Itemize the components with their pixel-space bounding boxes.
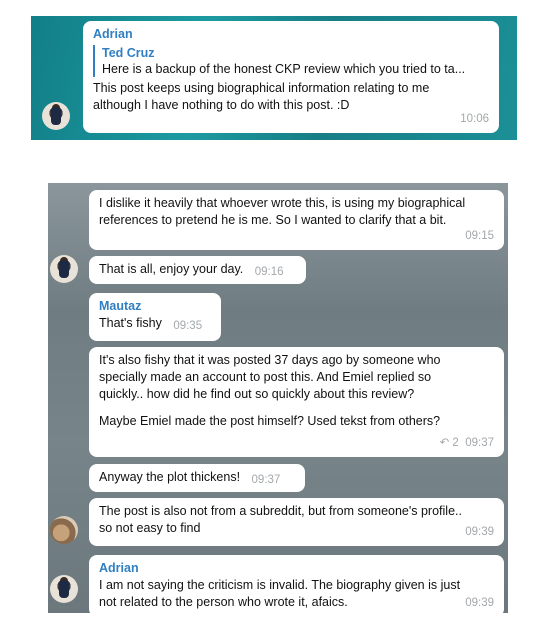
message-sender[interactable]: Mautaz <box>99 298 211 315</box>
message-text: I am not saying the criticism is invalid… <box>99 578 461 592</box>
chat-panel-top: Adrian Ted Cruz Here is a backup of the … <box>31 16 517 140</box>
message-text: This post keeps using biographical infor… <box>93 81 430 95</box>
message-bubble[interactable]: I dislike it heavily that whoever wrote … <box>89 190 504 250</box>
message-bubble[interactable]: Adrian I am not saying the criticism is … <box>89 555 504 613</box>
avatar-user[interactable] <box>50 516 78 544</box>
message-text: quickly.. how did he find out so quickly… <box>99 387 415 401</box>
message-bubble[interactable]: Adrian Ted Cruz Here is a backup of the … <box>83 21 499 133</box>
message-sender[interactable]: Adrian <box>93 26 489 43</box>
message-bubble[interactable]: The post is also not from a subreddit, b… <box>89 498 504 546</box>
message-bubble[interactable]: Anyway the plot thickens! 09:37 <box>89 464 305 492</box>
message-sender[interactable]: Adrian <box>99 560 494 577</box>
message-text: references to pretend he is me. So I wan… <box>99 213 447 227</box>
message-time: 09:37 <box>251 474 281 486</box>
message-text: It's also fishy that it was posted 37 da… <box>99 353 441 367</box>
reply-quote[interactable]: Ted Cruz Here is a backup of the honest … <box>93 45 489 77</box>
reply-text: Here is a backup of the honest CKP revie… <box>102 62 466 76</box>
chat-panel-bottom: I dislike it heavily that whoever wrote … <box>48 183 508 613</box>
message-time: 09:35 <box>173 320 203 332</box>
forward-icon: ↶ <box>439 437 450 449</box>
message-time: 09:37 <box>465 437 494 449</box>
message-text: I dislike it heavily that whoever wrote … <box>99 196 466 210</box>
forward-count: 2 <box>452 437 459 449</box>
message-time: 09:39 <box>465 597 494 609</box>
message-text: That is all, enjoy your day. <box>99 262 244 276</box>
message-meta: ↶ 2 09:37 <box>440 435 494 452</box>
message-text: so not easy to find <box>99 521 201 535</box>
avatar-adrian[interactable] <box>50 255 78 283</box>
message-text: not related to the person who wrote it, … <box>99 595 348 609</box>
message-bubble[interactable]: It's also fishy that it was posted 37 da… <box>89 347 504 457</box>
message-bubble[interactable]: That is all, enjoy your day. 09:16 <box>89 256 306 284</box>
reply-sender: Ted Cruz <box>102 46 155 60</box>
message-time: 10:06 <box>460 113 489 125</box>
message-text: The post is also not from a subreddit, b… <box>99 504 462 518</box>
message-text: although I have nothing to do with this … <box>93 98 350 112</box>
message-bubble[interactable]: Mautaz That's fishy 09:35 <box>89 293 221 341</box>
message-text: Maybe Emiel made the post himself? Used … <box>99 414 441 428</box>
message-time: 09:39 <box>465 526 494 538</box>
avatar-adrian[interactable] <box>42 102 70 130</box>
message-time: 09:15 <box>465 230 494 242</box>
message-time: 09:16 <box>254 266 284 278</box>
message-text: specially made an account to post this. … <box>99 370 432 384</box>
avatar-adrian[interactable] <box>50 575 78 603</box>
message-text: That's fishy <box>99 316 162 330</box>
message-text: Anyway the plot thickens! <box>99 470 241 484</box>
